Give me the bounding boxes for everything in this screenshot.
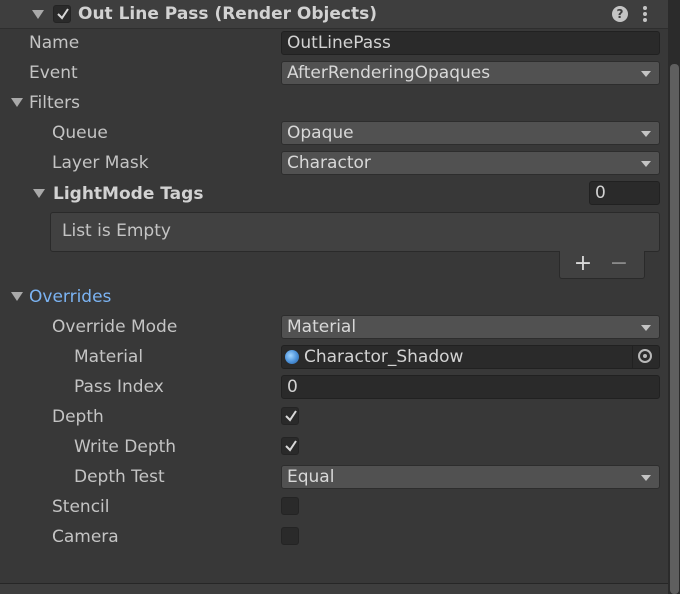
depth-checkbox[interactable] (281, 407, 299, 425)
queue-dropdown[interactable]: Opaque (281, 121, 660, 145)
overrides-foldout-icon[interactable] (11, 292, 23, 301)
add-item-button[interactable]: + (573, 252, 593, 276)
remove-item-button[interactable]: − (609, 252, 629, 276)
override-mode-value: Material (287, 317, 357, 337)
override-mode-dropdown[interactable]: Material (281, 315, 660, 339)
object-picker-icon[interactable] (638, 349, 652, 363)
layer-mask-label: Layer Mask (52, 153, 149, 173)
material-label: Material (74, 347, 144, 367)
help-icon[interactable]: ? (612, 6, 628, 22)
depth-label: Depth (52, 407, 104, 427)
chevron-down-icon (641, 71, 651, 77)
layer-mask-value: Charactor (287, 153, 371, 173)
pass-enabled-checkbox[interactable] (53, 5, 71, 23)
camera-checkbox[interactable] (281, 527, 299, 545)
stencil-checkbox[interactable] (281, 497, 299, 515)
filters-foldout-icon[interactable] (11, 98, 23, 107)
list-footer (559, 251, 645, 279)
filters-label[interactable]: Filters (29, 91, 80, 115)
pass-foldout-toggle[interactable] (32, 10, 44, 19)
queue-label: Queue (52, 123, 108, 143)
pass-title: Out Line Pass (Render Objects) (78, 4, 378, 24)
queue-value: Opaque (287, 123, 354, 143)
camera-label: Camera (52, 527, 119, 547)
kebab-menu-icon[interactable] (643, 5, 647, 23)
pass-index-field[interactable]: 0 (281, 375, 660, 399)
chevron-down-icon (641, 475, 651, 481)
depth-test-value: Equal (287, 467, 335, 487)
depth-test-dropdown[interactable]: Equal (281, 465, 660, 489)
override-mode-label: Override Mode (52, 317, 178, 337)
chevron-down-icon (641, 131, 651, 137)
chevron-down-icon (641, 325, 651, 331)
checkmark-icon (285, 440, 297, 452)
event-value: AfterRenderingOpaques (287, 63, 491, 83)
name-label: Name (29, 33, 80, 53)
write-depth-checkbox[interactable] (281, 437, 299, 455)
overrides-label[interactable]: Overrides (29, 285, 111, 309)
stencil-label: Stencil (52, 497, 110, 517)
lightmode-tags-foldout-icon[interactable] (33, 189, 45, 198)
lightmode-tags-label[interactable]: LightMode Tags (53, 182, 203, 206)
next-section-header (0, 584, 668, 594)
write-depth-label: Write Depth (74, 437, 177, 457)
picker-divider (632, 346, 633, 368)
layer-mask-dropdown[interactable]: Charactor (281, 151, 660, 175)
event-dropdown[interactable]: AfterRenderingOpaques (281, 61, 660, 85)
scrollbar-thumb[interactable] (670, 64, 679, 594)
checkmark-icon (285, 410, 297, 422)
checkmark-icon (57, 8, 69, 20)
material-value: Charactor_Shadow (304, 347, 464, 367)
name-field[interactable]: OutLinePass (281, 31, 660, 55)
event-label: Event (29, 63, 78, 83)
material-object-field[interactable]: Charactor_Shadow (281, 345, 660, 369)
list-empty-text: List is Empty (62, 221, 171, 241)
pass-index-label: Pass Index (74, 377, 164, 397)
depth-test-label: Depth Test (74, 467, 165, 487)
material-sphere-icon (285, 350, 299, 364)
chevron-down-icon (641, 161, 651, 167)
lightmode-tags-count-field[interactable]: 0 (589, 181, 660, 205)
